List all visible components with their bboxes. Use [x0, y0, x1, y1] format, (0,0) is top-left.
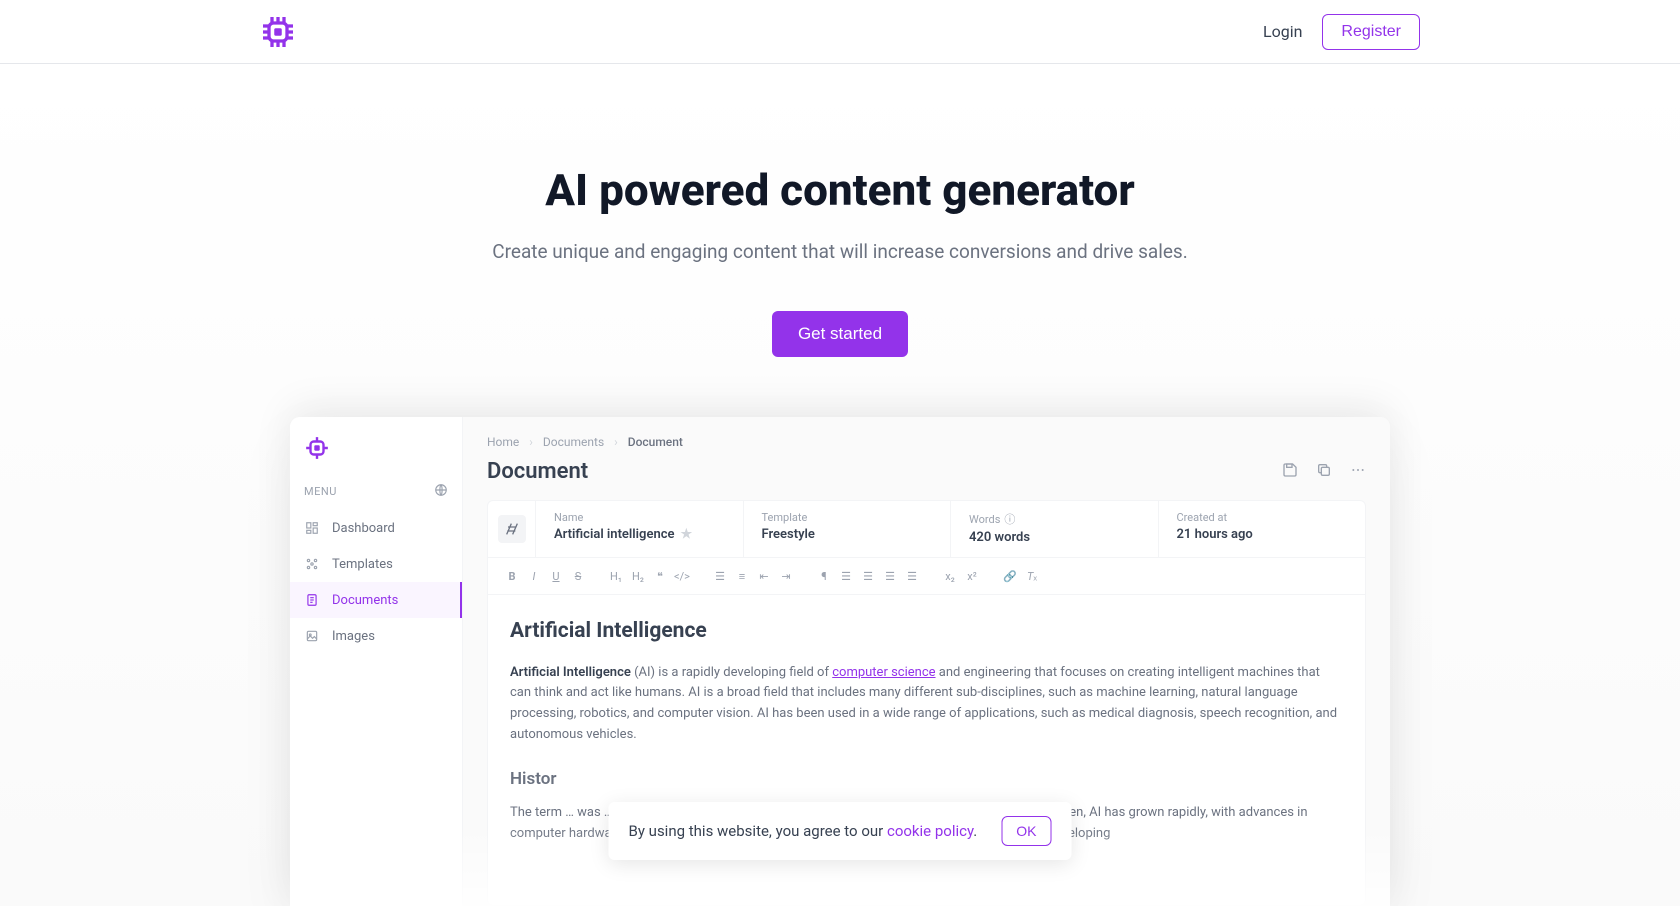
h2-button[interactable]: H₂	[628, 566, 648, 586]
clear-format-button[interactable]: Tₓ	[1022, 566, 1042, 586]
sidebar-item-documents[interactable]: Documents	[290, 582, 462, 618]
breadcrumb-documents[interactable]: Documents	[543, 435, 604, 449]
globe-icon[interactable]	[434, 483, 448, 500]
meta-row: Name Artificial intelligence ★ Template F…	[488, 501, 1365, 558]
header: Login Register	[0, 0, 1680, 64]
sidebar-item-templates[interactable]: Templates	[290, 546, 462, 582]
meta-words-label: Words	[969, 513, 1000, 526]
meta-created-value: 21 hours ago	[1177, 527, 1348, 542]
outdent-button[interactable]: ⇤	[754, 566, 774, 586]
sidebar: MENU Dashboard Templates Documents	[290, 417, 463, 906]
dashboard-icon	[304, 520, 320, 536]
superscript-button[interactable]: x²	[962, 566, 982, 586]
meta-template-label: Template	[762, 511, 933, 524]
link-button[interactable]: 🔗	[1000, 566, 1020, 586]
sidebar-item-label: Images	[332, 629, 375, 644]
breadcrumb: Home › Documents › Document	[463, 417, 1390, 449]
meta-words-value: 420 words	[969, 530, 1140, 545]
save-icon[interactable]	[1282, 462, 1298, 482]
sidebar-item-label: Dashboard	[332, 521, 395, 536]
breadcrumb-current: Document	[628, 435, 683, 449]
cookie-text: By using this website, you agree to our …	[629, 822, 978, 840]
align-center-button[interactable]: ☰	[858, 566, 878, 586]
sidebar-item-label: Documents	[332, 593, 398, 608]
images-icon	[304, 628, 320, 644]
document-title: Document	[487, 459, 588, 484]
cookie-policy-link[interactable]: cookie policy	[887, 822, 973, 840]
login-link[interactable]: Login	[1263, 22, 1302, 41]
chevron-right-icon: ›	[614, 435, 618, 449]
doc-type-icon	[488, 501, 536, 557]
article-h1: Artificial Intelligence	[510, 615, 1343, 649]
cookie-banner: By using this website, you agree to our …	[609, 802, 1072, 860]
meta-created-label: Created at	[1177, 511, 1348, 524]
h1-button[interactable]: H₁	[606, 566, 626, 586]
underline-button[interactable]: U	[546, 566, 566, 586]
computer-science-link[interactable]: computer science	[832, 665, 935, 680]
get-started-button[interactable]: Get started	[772, 311, 908, 357]
code-button[interactable]: </>	[672, 566, 692, 586]
indent-button[interactable]: ⇥	[776, 566, 796, 586]
star-icon[interactable]: ★	[681, 527, 693, 542]
documents-icon	[304, 592, 320, 608]
sidebar-logo	[290, 417, 462, 473]
italic-button[interactable]: I	[524, 566, 544, 586]
templates-icon	[304, 556, 320, 572]
article-h2: Histor	[510, 766, 1343, 793]
editor-toolbar: B I U S H₁ H₂ ❝ </> ☰	[488, 558, 1365, 595]
article-p1: Artificial Intelligence (AI) is a rapidl…	[510, 663, 1343, 746]
app-logo[interactable]	[260, 14, 296, 50]
breadcrumb-home[interactable]: Home	[487, 435, 519, 449]
bold-button[interactable]: B	[502, 566, 522, 586]
more-icon[interactable]	[1350, 462, 1366, 482]
cookie-ok-button[interactable]: OK	[1001, 816, 1051, 846]
copy-icon[interactable]	[1316, 462, 1332, 482]
list-ul-button[interactable]: ☰	[710, 566, 730, 586]
paragraph-button[interactable]: ¶	[814, 566, 834, 586]
menu-label: MENU	[304, 485, 337, 498]
align-right-button[interactable]: ☰	[880, 566, 900, 586]
sidebar-item-images[interactable]: Images	[290, 618, 462, 654]
register-button[interactable]: Register	[1322, 14, 1420, 50]
meta-name-value: Artificial intelligence	[554, 527, 675, 542]
strike-button[interactable]: S	[568, 566, 588, 586]
subscript-button[interactable]: x₂	[940, 566, 960, 586]
hero-title: AI powered content generator	[0, 164, 1680, 216]
hero-section: AI powered content generator Create uniq…	[0, 64, 1680, 906]
sidebar-item-label: Templates	[332, 557, 393, 572]
quote-button[interactable]: ❝	[650, 566, 670, 586]
chevron-right-icon: ›	[529, 435, 533, 449]
hero-subtitle: Create unique and engaging content that …	[0, 240, 1680, 263]
info-icon[interactable]: ⓘ	[1004, 511, 1015, 527]
list-ol-button[interactable]: ≡	[732, 566, 752, 586]
meta-template-value: Freestyle	[762, 527, 933, 542]
meta-name-label: Name	[554, 511, 725, 524]
align-left-button[interactable]: ☰	[836, 566, 856, 586]
sidebar-item-dashboard[interactable]: Dashboard	[290, 510, 462, 546]
align-justify-button[interactable]: ☰	[902, 566, 922, 586]
